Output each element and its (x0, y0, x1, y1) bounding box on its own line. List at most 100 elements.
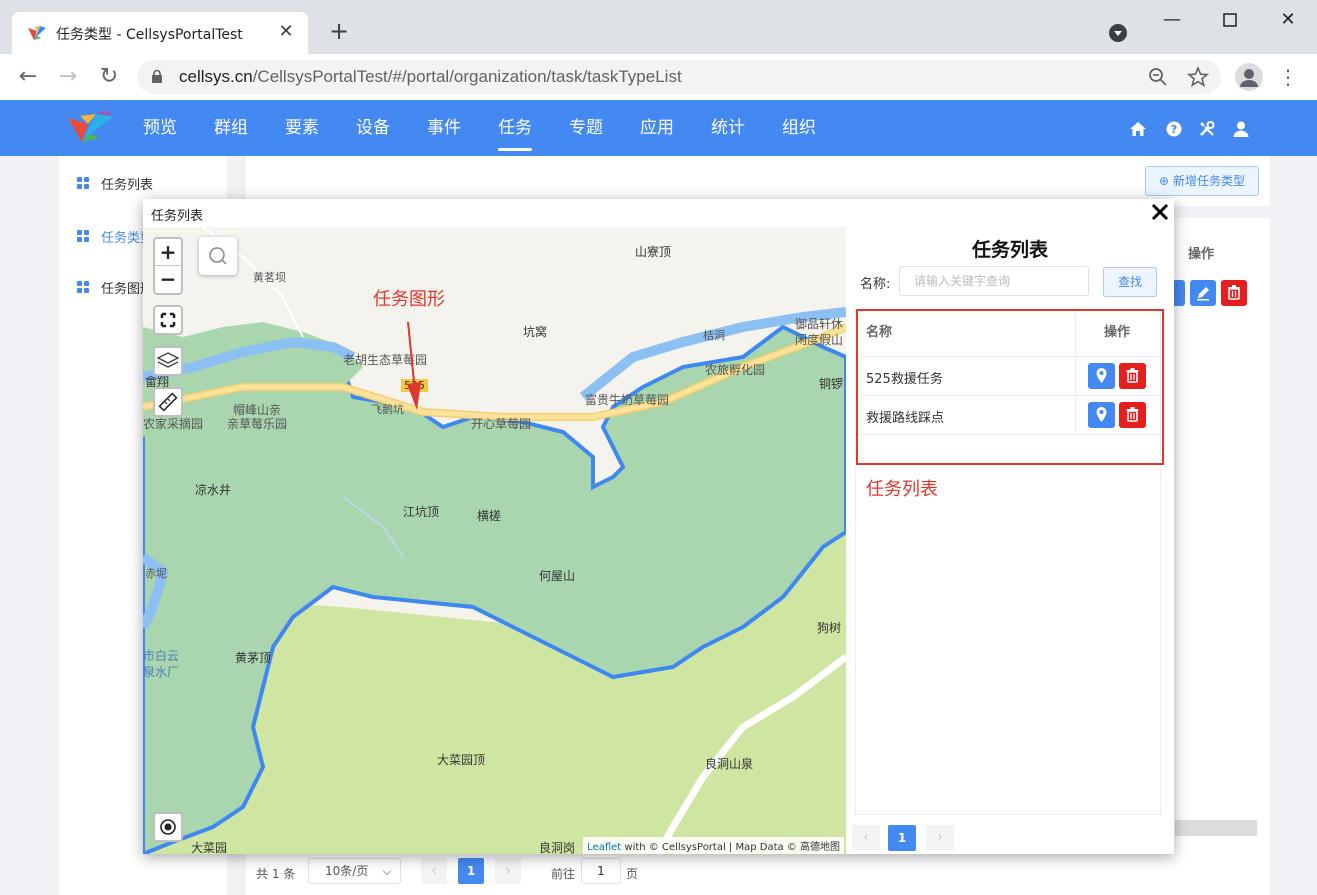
map-label: 山寮顶 (635, 245, 672, 259)
bookmark-star-icon[interactable] (1187, 66, 1209, 88)
map-search-button[interactable] (199, 237, 237, 275)
page-suffix: 页 (626, 867, 639, 881)
minimize-icon[interactable]: — (1157, 8, 1187, 32)
app-header: 预览 群组 要素 设备 事件 任务 专题 应用 统计 组织 ? (0, 100, 1317, 156)
map-view[interactable]: 山寮顶 黄茗坝 坑窝 桔洞 老胡生态草莓园 525 御品轩休 闲度假山 畲翔 飞… (143, 227, 846, 854)
prev-page-button[interactable]: ‹ (421, 858, 447, 884)
sidebar-item-task-list[interactable]: 任务列表 (77, 173, 153, 193)
map-label: 铜锣 (819, 377, 844, 391)
menu-item-7[interactable]: 应用 (640, 100, 674, 156)
map-label: 黄茗坝 (253, 271, 286, 284)
page-size-select[interactable]: 10条/页 (308, 858, 401, 884)
menu-item-6[interactable]: 专题 (569, 100, 603, 156)
menu-item-5[interactable]: 任务 (498, 100, 532, 156)
panel-title: 任务列表 (971, 239, 1048, 261)
tools-icon[interactable] (1198, 120, 1216, 138)
sidebar-item-task-shape[interactable]: 任务图形 (77, 277, 153, 297)
back-icon[interactable]: ← (15, 64, 41, 90)
browser-tab[interactable]: 任务类型 - CellsysPortalTest ✕ (12, 12, 308, 54)
map-label: 闲度假山 (795, 333, 844, 347)
sidebar-item-task-type[interactable]: 任务类型 (77, 226, 153, 246)
map-label: 大菜园顶 (437, 753, 486, 767)
map-label: 黄茅顶 (235, 651, 272, 665)
page-1-button[interactable]: 1 (458, 858, 484, 884)
edit-button[interactable] (1190, 280, 1216, 306)
shape-annotation: 任务图形 (373, 289, 445, 310)
main-menu: 预览 群组 要素 设备 事件 任务 专题 应用 统计 组织 (143, 100, 853, 156)
browser-toolbar: ← → ↻ cellsys.cn/CellsysPortalTest/#/por… (0, 54, 1317, 100)
help-icon[interactable]: ? (1165, 120, 1183, 138)
goto-page-input[interactable]: 1 (581, 858, 621, 884)
tab-title: 任务类型 - CellsysPortalTest (56, 27, 243, 43)
menu-item-9[interactable]: 组织 (782, 100, 816, 156)
menu-item-2[interactable]: 要素 (285, 100, 319, 156)
task-list-modal: 任务列表 山寮顶 黄茗坝 坑窝 桔洞 老胡生态草莓园 御品轩休 闲度假山 畲翔 … (143, 199, 1174, 854)
search-button[interactable]: 查找 (1103, 267, 1157, 297)
leaflet-link[interactable]: Leaflet (587, 842, 621, 853)
measure-button[interactable] (153, 387, 183, 417)
url-text[interactable]: cellsys.cn/CellsysPortalTest/#/portal/or… (179, 67, 682, 87)
ruler-icon (158, 392, 178, 412)
app-favicon-icon (28, 26, 46, 40)
map-label: 何屋山 (539, 569, 576, 583)
tab-search-icon[interactable] (1109, 24, 1127, 42)
zoom-out-button[interactable]: − (155, 266, 181, 293)
horizontal-scrollbar[interactable] (1175, 820, 1257, 836)
layers-button[interactable] (153, 346, 183, 376)
map-label: 市白云 (143, 649, 180, 663)
next-page-button[interactable]: › (495, 858, 521, 884)
map-label: 泉水厂 (143, 665, 180, 679)
address-bar[interactable]: cellsys.cn/CellsysPortalTest/#/portal/or… (137, 60, 1221, 94)
map-label: 江坑顶 (403, 505, 440, 519)
panel-next-page-button[interactable]: › (926, 825, 954, 851)
close-window-icon[interactable]: ✕ (1273, 8, 1303, 32)
menu-item-4[interactable]: 事件 (427, 100, 461, 156)
list-highlight-box (856, 309, 1164, 465)
panel-prev-page-button[interactable]: ‹ (852, 825, 880, 851)
delete-button[interactable] (1221, 280, 1247, 306)
app-logo[interactable] (66, 108, 118, 148)
modal-title: 任务列表 (151, 209, 204, 224)
goto-label: 前往 (551, 867, 576, 881)
locate-button[interactable] (153, 812, 183, 842)
zoom-icon[interactable] (1147, 66, 1169, 88)
map-attribution: Leaflet with © CellsysPortal | Map Data … (583, 837, 844, 854)
grid-icon (77, 230, 89, 242)
map-label: 飞鹅坑 (371, 403, 404, 416)
menu-item-0[interactable]: 预览 (143, 100, 177, 156)
lock-icon (152, 70, 162, 83)
browser-menu-icon[interactable]: ⋮ (1278, 64, 1298, 90)
map-label: 良洞山泉 (705, 757, 754, 771)
svg-text:?: ? (1171, 123, 1177, 136)
map-label: 亲草莓乐园 (227, 417, 288, 431)
fullscreen-icon (160, 312, 176, 328)
menu-item-1[interactable]: 群组 (214, 100, 248, 156)
locate-icon (160, 819, 176, 835)
map-label: 桔洞 (703, 329, 725, 342)
add-task-type-button[interactable]: ⊕ 新增任务类型 (1145, 166, 1259, 196)
search-input[interactable]: 请输入关键字查询 (899, 266, 1089, 296)
close-icon[interactable] (1149, 201, 1171, 223)
zoom-in-button[interactable]: + (155, 239, 181, 266)
map-label: 狗树 (817, 621, 842, 635)
search-icon (209, 247, 227, 265)
new-tab-button[interactable]: + (326, 18, 352, 44)
layers-icon (156, 352, 180, 368)
map-label: 大菜园 (191, 841, 228, 854)
user-icon[interactable] (1232, 120, 1250, 138)
reload-icon[interactable]: ↻ (96, 64, 122, 90)
trash-icon (1228, 285, 1240, 300)
home-icon[interactable] (1129, 120, 1147, 138)
maximize-icon[interactable] (1215, 8, 1245, 32)
menu-item-3[interactable]: 设备 (356, 100, 390, 156)
tab-close-icon[interactable]: ✕ (274, 20, 298, 44)
grid-icon (77, 177, 89, 189)
grid-icon (77, 281, 89, 293)
map-label: 横槎 (477, 509, 502, 523)
fullscreen-button[interactable] (153, 305, 183, 335)
menu-item-8[interactable]: 统计 (711, 100, 745, 156)
panel-page-1-button[interactable]: 1 (888, 825, 916, 851)
forward-icon[interactable]: → (55, 64, 81, 90)
profile-avatar-icon[interactable] (1235, 63, 1263, 91)
map-label: 凉水井 (195, 483, 232, 497)
